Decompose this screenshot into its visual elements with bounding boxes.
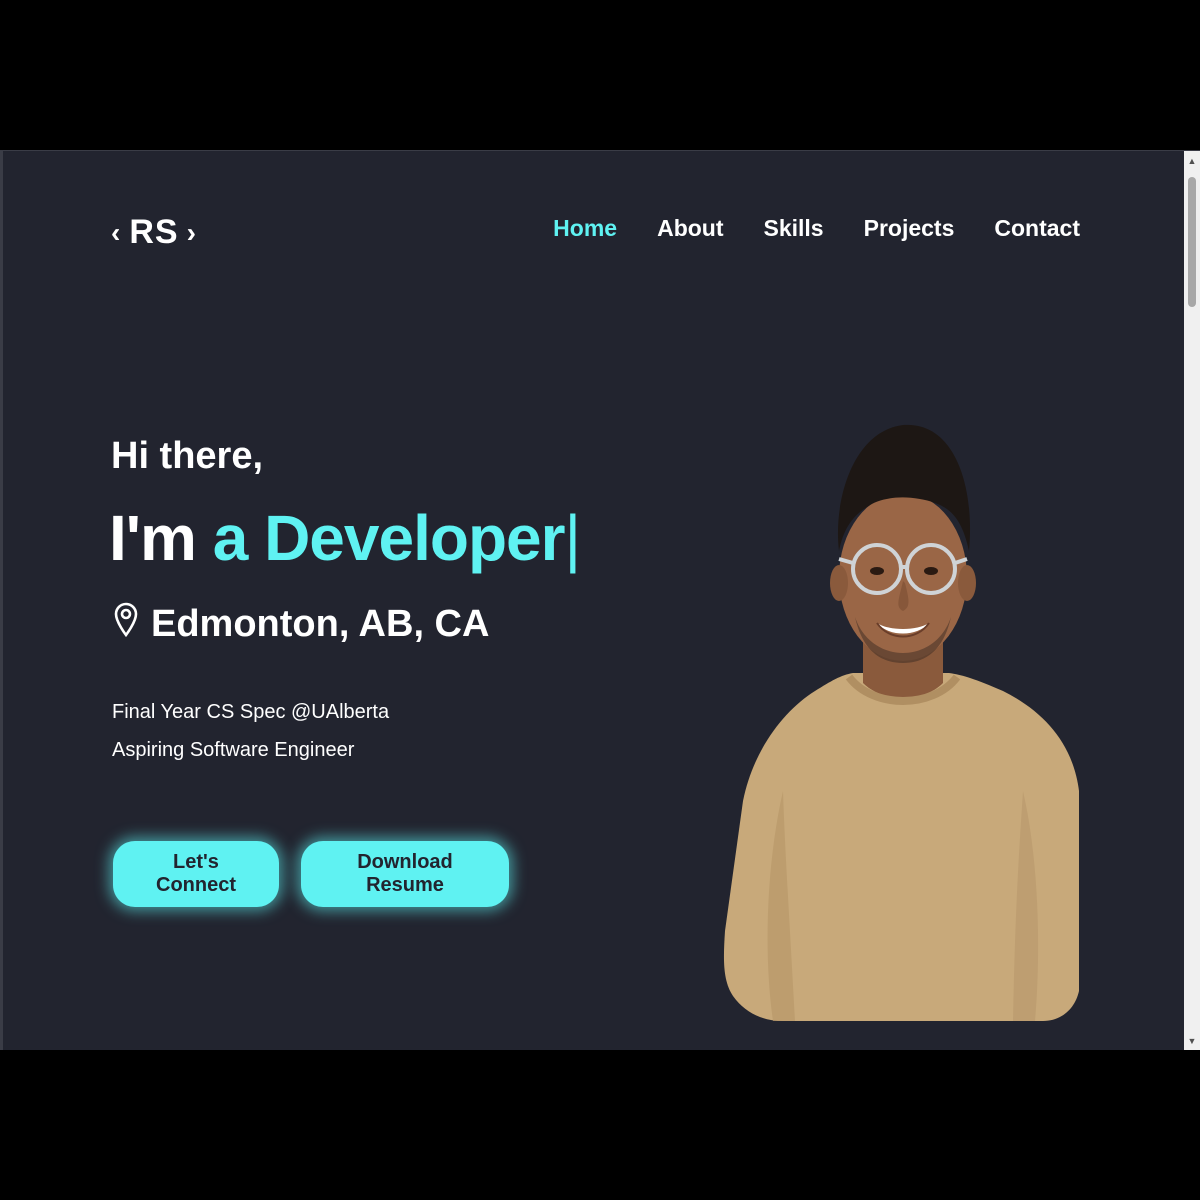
location-text: Edmonton, AB, CA	[151, 602, 490, 645]
chevron-down-icon[interactable]: ▼	[1184, 1033, 1200, 1049]
nav-skills[interactable]: Skills	[764, 215, 824, 242]
profile-photo	[723, 391, 1081, 1023]
typing-cursor: |	[564, 502, 582, 574]
description-line-1: Final Year CS Spec @UAlberta	[112, 701, 390, 723]
vertical-scrollbar[interactable]: ▲ ▼	[1184, 151, 1200, 1050]
description-line-2: Aspiring Software Engineer	[112, 739, 355, 761]
nav-home[interactable]: Home	[553, 215, 617, 242]
logo-left-chevron-icon: ‹	[111, 216, 122, 248]
hero-title-prefix: I'm	[109, 502, 213, 574]
scrollbar-thumb[interactable]	[1188, 177, 1196, 307]
logo-initials: RS	[129, 213, 179, 251]
location-pin-icon	[113, 601, 139, 647]
lets-connect-button[interactable]: Let's Connect	[113, 841, 279, 907]
main-nav: Home About Skills Projects Contact	[553, 215, 1080, 242]
nav-about[interactable]: About	[657, 215, 723, 242]
hero-greeting: Hi there,	[111, 435, 264, 477]
nav-projects[interactable]: Projects	[864, 215, 955, 242]
nav-contact[interactable]: Contact	[994, 215, 1080, 242]
location: Edmonton, AB, CA	[113, 601, 489, 647]
site-logo[interactable]: ‹ RS ›	[111, 213, 197, 252]
chevron-up-icon[interactable]: ▲	[1184, 153, 1200, 169]
hero-description: Final Year CS Spec @UAlberta Aspiring So…	[112, 693, 389, 769]
logo-right-chevron-icon: ›	[186, 216, 197, 248]
hero-title: I'm a Developer|	[109, 501, 582, 575]
browser-viewport: ‹ RS › Home About Skills Projects Contac…	[0, 150, 1200, 1050]
hero-title-role: a Developer	[212, 502, 566, 574]
cta-buttons: Let's Connect Download Resume	[113, 841, 509, 907]
download-resume-button[interactable]: Download Resume	[301, 841, 509, 907]
